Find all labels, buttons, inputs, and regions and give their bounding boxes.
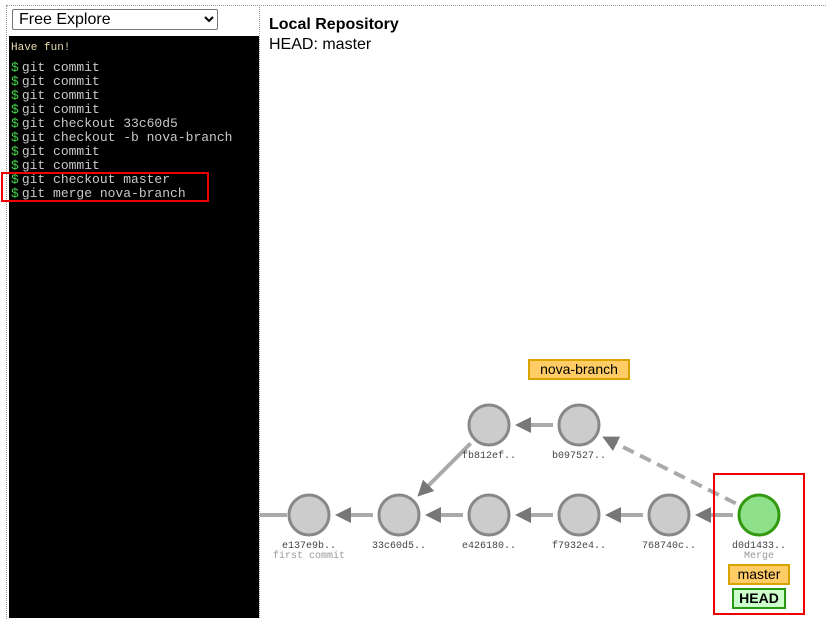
commit-id-label: 33c60d5.. [372, 540, 426, 552]
commit-id-label: fb812ef.. [462, 450, 516, 462]
commit-node[interactable] [467, 493, 511, 537]
commit-id-label: b097527.. [552, 450, 606, 462]
commit-node[interactable] [557, 403, 601, 447]
commit-graph: e137e9b..first commit33c60d5.. e426180.. f… [260, 403, 786, 562]
commit-node[interactable] [647, 493, 691, 537]
commit-node[interactable] [377, 493, 421, 537]
branch-tag-nova-branch[interactable]: nova-branch [528, 359, 630, 380]
commit-node[interactable] [557, 493, 601, 537]
commit-id-label: 768740c.. [642, 541, 696, 552]
commit-node[interactable] [287, 493, 331, 537]
commit-node[interactable] [467, 403, 511, 447]
commit-id-label: e426180.. [462, 541, 516, 552]
commit-message-label: first commit [273, 550, 345, 562]
commit-id-label: f7932e4.. [552, 540, 606, 552]
highlight-box-merge-commit [713, 473, 805, 615]
